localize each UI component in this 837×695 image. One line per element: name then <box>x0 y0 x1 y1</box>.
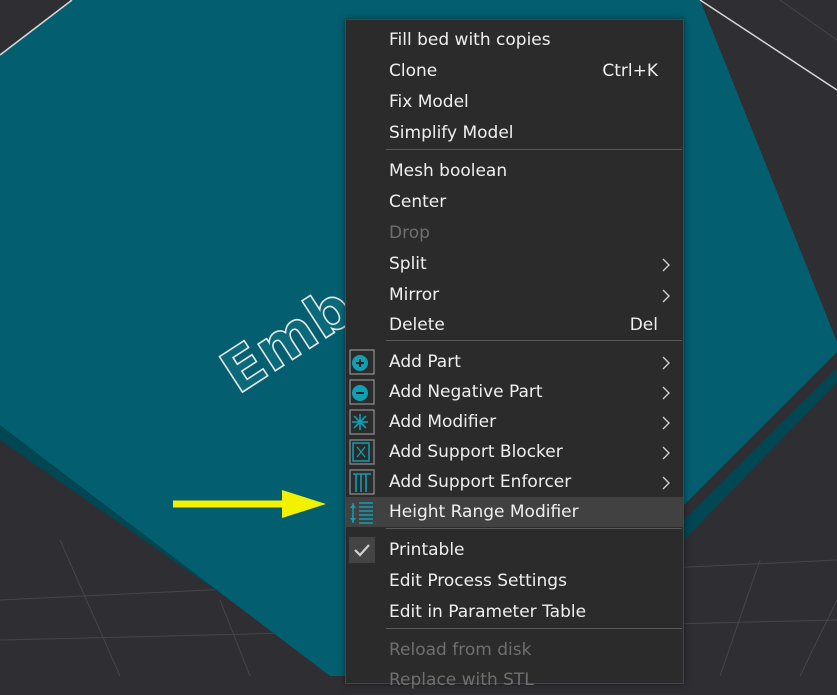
add-negative-part-icon <box>349 379 375 405</box>
menu-item-label: Height Range Modifier <box>389 502 579 522</box>
menu-item-add-support-enforcer[interactable]: Add Support Enforcer <box>346 467 683 497</box>
menu-item-drop: Drop <box>346 218 683 248</box>
support-blocker-icon <box>349 439 375 465</box>
menu-item-height-range-modifier[interactable]: Height Range Modifier <box>346 497 683 527</box>
chevron-right-icon <box>661 415 671 430</box>
menu-item-label: Mirror <box>389 285 440 305</box>
menu-item-edit-process-settings[interactable]: Edit Process Settings <box>346 566 683 596</box>
menu-item-label: Add Modifier <box>389 412 497 432</box>
menu-item-label: Split <box>389 254 427 274</box>
menu-item-label: Clone <box>389 61 438 81</box>
menu-separator <box>386 628 682 629</box>
chevron-right-icon <box>661 257 671 272</box>
menu-item-reload-from-disk: Reload from disk <box>346 635 683 665</box>
menu-item-label: Printable <box>389 540 465 560</box>
menu-item-split[interactable]: Split <box>346 249 683 279</box>
menu-item-mirror[interactable]: Mirror <box>346 280 683 310</box>
menu-item-label: Fix Model <box>389 92 469 112</box>
menu-item-add-negative-part[interactable]: Add Negative Part <box>346 377 683 407</box>
chevron-right-icon <box>661 475 671 490</box>
menu-item-label: Edit Process Settings <box>389 571 567 591</box>
menu-item-add-part[interactable]: Add Part <box>346 347 683 377</box>
menu-item-simplify-model[interactable]: Simplify Model <box>346 118 683 148</box>
menu-item-printable[interactable]: Printable <box>346 535 683 565</box>
menu-separator <box>386 149 682 150</box>
context-menu: Fill bed with copies Clone Ctrl+K Fix Model… <box>345 19 684 690</box>
menu-separator <box>386 340 682 341</box>
menu-item-label: Fill bed with copies <box>389 30 551 50</box>
menu-item-clone[interactable]: Clone Ctrl+K <box>346 56 683 86</box>
menu-item-label: Add Part <box>389 352 461 372</box>
menu-separator <box>386 528 682 529</box>
add-part-icon <box>349 349 375 375</box>
menu-item-label: Edit in Parameter Table <box>389 602 587 622</box>
support-enforcer-icon <box>349 469 375 495</box>
menu-item-edit-in-parameter-table[interactable]: Edit in Parameter Table <box>346 597 683 627</box>
menu-item-delete[interactable]: Delete Del <box>346 310 683 340</box>
menu-item-label: Mesh boolean <box>389 161 508 181</box>
menu-item-label: Replace with STL <box>389 670 534 690</box>
check-icon <box>349 537 375 563</box>
menu-item-label: Simplify Model <box>389 123 514 143</box>
menu-item-center[interactable]: Center <box>346 187 683 217</box>
menu-item-mesh-boolean[interactable]: Mesh boolean <box>346 156 683 186</box>
menu-item-label: Center <box>389 192 447 212</box>
shortcut-label: Ctrl+K <box>602 61 658 81</box>
menu-item-add-support-blocker[interactable]: Add Support Blocker <box>346 437 683 467</box>
menu-item-label: Reload from disk <box>389 640 532 660</box>
menu-item-add-modifier[interactable]: Add Modifier <box>346 407 683 437</box>
menu-item-fill-bed-with-copies[interactable]: Fill bed with copies <box>346 25 683 55</box>
height-range-icon <box>349 499 375 525</box>
shortcut-label: Del <box>629 315 658 335</box>
menu-item-replace-with-stl: Replace with STL <box>346 665 683 695</box>
menu-item-label: Add Support Enforcer <box>389 472 572 492</box>
chevron-right-icon <box>661 288 671 303</box>
menu-item-fix-model[interactable]: Fix Model <box>346 87 683 117</box>
menu-item-label: Add Support Blocker <box>389 442 563 462</box>
chevron-right-icon <box>661 385 671 400</box>
menu-item-label: Drop <box>389 223 430 243</box>
menu-item-label: Delete <box>389 315 445 335</box>
chevron-right-icon <box>661 355 671 370</box>
chevron-right-icon <box>661 445 671 460</box>
menu-item-label: Add Negative Part <box>389 382 543 402</box>
add-modifier-icon <box>349 409 375 435</box>
